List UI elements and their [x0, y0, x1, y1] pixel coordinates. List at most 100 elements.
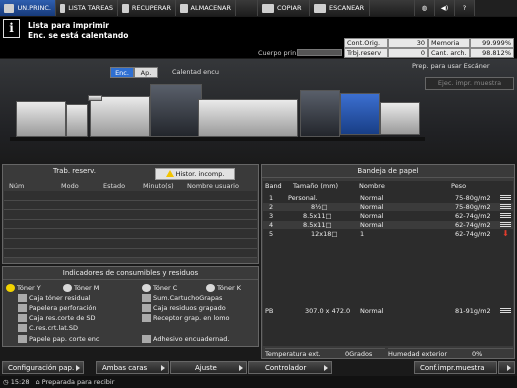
consumable-punch-waste[interactable]: Papelera perforación [18, 304, 96, 312]
tab-recall[interactable]: RECUPERAR [118, 0, 176, 16]
help-button[interactable]: ? [455, 0, 475, 16]
waste-toner-icon [18, 294, 27, 302]
counters-panel: Cont.Orig. 30 Memoria 99.999% Trbj.reser… [344, 38, 514, 58]
cant-arch-value: 98.812% [470, 48, 514, 58]
toner-m-icon [63, 284, 72, 292]
tab-main-unit[interactable]: UN.PRINC. [0, 0, 56, 16]
tray-level-icon [500, 213, 511, 219]
recall-icon [122, 3, 129, 13]
next-page-button[interactable] [498, 361, 515, 374]
machine-main-body[interactable] [150, 84, 202, 137]
machine-feeder-3[interactable] [90, 96, 150, 137]
globe-button[interactable]: ◍ [415, 0, 435, 16]
consumable-staple-cartridge[interactable]: Sum.CartuchoGrapas [142, 294, 222, 302]
tray-level-icon [500, 308, 511, 314]
duplex-button[interactable]: Ambas caras [96, 361, 169, 374]
machine-finisher[interactable] [380, 102, 420, 135]
tray-table-header: Band Tamaño (mm) Nombre Peso [263, 182, 513, 190]
machine-feeder-1[interactable] [16, 101, 66, 137]
table-row[interactable] [4, 210, 257, 220]
globe-icon: ◍ [421, 4, 428, 12]
ap-button[interactable]: Ap. [134, 67, 158, 78]
table-row[interactable] [4, 200, 257, 211]
consumables-title: Indicadores de consumibles y residuos [3, 267, 258, 280]
machine-top-tray [88, 95, 102, 101]
table-row[interactable] [4, 219, 257, 230]
sample-print-settings-button[interactable]: Conf.impr.muestra [414, 361, 497, 374]
top-tab-bar: UN.PRINC. LISTA TAREAS RECUPERAR ALMACEN… [0, 0, 517, 16]
chevron-right-icon [76, 365, 80, 371]
incomplete-history-button[interactable]: Histor. incomp. [155, 168, 235, 180]
job-list-icon [60, 3, 66, 13]
tab-scan[interactable]: ESCANEAR [310, 0, 370, 16]
paper-setting-button[interactable]: Configuración pap. [2, 361, 84, 374]
consumable-waste-toner[interactable]: Caja tóner residual [18, 294, 91, 302]
machine-shadow [10, 137, 425, 141]
consumable-toner-k[interactable]: Tóner K [206, 284, 241, 292]
tray-row[interactable]: 1 Personal. Normal 75-80g/m2 [263, 194, 513, 202]
status-message-1: Lista para imprimir [28, 21, 109, 30]
body-print-label: Cuerpo prin. [258, 49, 299, 57]
volume-button[interactable]: ◀) [435, 0, 455, 16]
toner-c-icon [142, 284, 151, 292]
tray-row-pb[interactable]: PB 307.0 x 472.0 Normal 81-91g/m2 [263, 307, 513, 315]
printer-icon [4, 3, 15, 13]
table-row[interactable] [4, 248, 257, 259]
staple-cartridge-icon [142, 294, 151, 302]
outside-humidity: Humedad exterior 0% [388, 348, 513, 358]
col-user: Nombre usuario [187, 182, 239, 190]
machine-unit-dark[interactable] [300, 90, 340, 137]
tray-row[interactable]: 2 8½□ Normal 75-80g/m2 [263, 203, 513, 211]
col-num: Núm [9, 182, 25, 190]
machine-unit-blue[interactable] [340, 93, 380, 135]
enc-button[interactable]: Enc. [110, 67, 134, 78]
memoria-value: 99.999% [470, 38, 514, 48]
cut-paper-icon [18, 335, 27, 343]
consumable-side-trim[interactable]: C.res.crt.lat.SD [18, 324, 78, 332]
consumable-spine-staple[interactable]: Receptor grap. en lomo [142, 314, 230, 322]
table-row[interactable] [4, 191, 257, 201]
col-minutes: Minuto(s) [143, 182, 174, 190]
status-message-2: Enc. se está calentando [28, 31, 129, 40]
consumable-toner-y[interactable]: Tóner Y [6, 284, 41, 292]
tab-store[interactable]: ALMACENAR [176, 0, 236, 16]
consumable-toner-c[interactable]: Tóner C [142, 284, 177, 292]
toner-k-icon [206, 284, 215, 292]
col-name: Nombre [359, 182, 385, 190]
consumable-adhesive[interactable]: Adhesivo encuadernad. [142, 335, 229, 343]
machine-feeder-2[interactable] [66, 104, 88, 137]
tray-row[interactable]: 4 8.5x11□ Normal 62-74g/m2 [263, 221, 513, 229]
controller-button[interactable]: Controlador [248, 361, 332, 374]
table-row[interactable] [4, 229, 257, 239]
copy-icon [262, 3, 274, 13]
warning-icon [165, 170, 174, 177]
paper-tray-title: Bandeja de papel [262, 165, 514, 178]
tab-job-list[interactable]: LISTA TAREAS [56, 0, 118, 16]
power-toggle: Enc. Ap. [110, 67, 158, 78]
consumable-staple-waste[interactable]: Caja residuos grapado [142, 304, 226, 312]
scanner-status: Prep. para usar Escáner [412, 62, 490, 70]
tab-blank[interactable] [236, 0, 258, 16]
tab-copy[interactable]: COPIAR [258, 0, 310, 16]
col-mode: Modo [61, 182, 79, 190]
memoria-label: Memoria [428, 38, 470, 48]
tab-blank-2[interactable] [370, 0, 415, 16]
tray-row[interactable]: 3 8.5x11□ Normal 62-74g/m2 [263, 212, 513, 220]
col-weight: Peso [451, 182, 467, 190]
outside-temperature: Temperatura ext. 0Grados [265, 348, 385, 358]
tray-row[interactable]: 5 12x18□ 1 62-74g/m2 ⬇ [263, 230, 513, 239]
jobs-table-header: Núm Modo Estado Minuto(s) Nombre usuario [9, 182, 257, 190]
machine-print-engine[interactable] [198, 99, 298, 137]
chevron-right-icon [507, 365, 511, 371]
consumable-toner-m[interactable]: Tóner M [63, 284, 99, 292]
consumable-trim-waste[interactable]: Caja res.corte de SD [18, 314, 96, 322]
toner-y-icon [6, 284, 15, 292]
consumable-cut-paper[interactable]: Papele pap. corte enc [18, 335, 100, 343]
cant-arch-label: Cant. arch. [428, 48, 470, 58]
body-print-progress [297, 49, 342, 56]
adhesive-icon [142, 335, 151, 343]
eject-sample-button[interactable]: Ejec. impr. muestra [425, 77, 514, 90]
adjustment-button[interactable]: Ajuste [170, 361, 247, 374]
lock-icon: ⌂ [35, 378, 40, 386]
table-row[interactable] [4, 238, 257, 249]
